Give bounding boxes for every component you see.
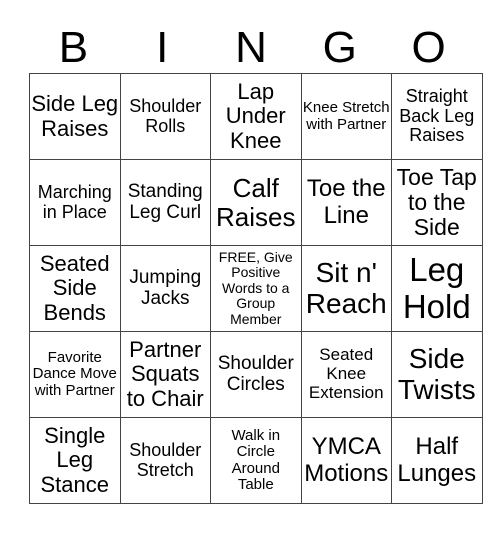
bingo-cell[interactable]: YMCA Motions (300, 417, 392, 504)
bingo-cell[interactable]: Seated Knee Extension (300, 331, 392, 418)
header-letter-b: B (58, 23, 89, 72)
board-row: Marching in Place Standing Leg Curl Calf… (29, 159, 483, 246)
board-row: Single Leg Stance Shoulder Stretch Walk … (29, 417, 483, 504)
bingo-cell[interactable]: Half Lunges (391, 417, 483, 504)
bingo-cell[interactable]: Shoulder Stretch (119, 417, 211, 504)
bingo-cell[interactable]: Favorite Dance Move with Partner (29, 331, 121, 418)
bingo-cell[interactable]: Single Leg Stance (29, 417, 121, 504)
board-row: Side Leg Raises Shoulder Rolls Lap Under… (29, 73, 483, 160)
bingo-cell-free[interactable]: FREE, Give Positive Words to a Group Mem… (210, 245, 302, 332)
bingo-cell[interactable]: Jumping Jacks (119, 245, 211, 332)
bingo-cell[interactable]: Seated Side Bends (29, 245, 121, 332)
bingo-board: Side Leg Raises Shoulder Rolls Lap Under… (29, 73, 483, 504)
header-letter-g: G (322, 23, 357, 72)
bingo-cell[interactable]: Standing Leg Curl (119, 159, 211, 246)
header-letter-o: O (411, 23, 446, 72)
bingo-cell[interactable]: Leg Hold (391, 245, 483, 332)
header-letter-i: I (156, 23, 169, 72)
bingo-cell[interactable]: Shoulder Circles (210, 331, 302, 418)
bingo-cell[interactable]: Straight Back Leg Raises (391, 73, 483, 160)
bingo-cell[interactable]: Side Leg Raises (29, 73, 121, 160)
bingo-cell[interactable]: Shoulder Rolls (119, 73, 211, 160)
bingo-cell[interactable]: Calf Raises (210, 159, 302, 246)
bingo-cell[interactable]: Partner Squats to Chair (119, 331, 211, 418)
bingo-cell[interactable]: Sit n' Reach (300, 245, 392, 332)
board-row: Seated Side Bends Jumping Jacks FREE, Gi… (29, 245, 483, 332)
bingo-cell[interactable]: Marching in Place (29, 159, 121, 246)
bingo-cell[interactable]: Walk in Circle Around Table (210, 417, 302, 504)
bingo-cell[interactable]: Lap Under Knee (210, 73, 302, 160)
bingo-cell[interactable]: Knee Stretch with Partner (300, 73, 392, 160)
bingo-cell[interactable]: Toe the Line (300, 159, 392, 246)
bingo-header: B I N G O (29, 26, 473, 70)
bingo-cell[interactable]: Side Twists (391, 331, 483, 418)
board-row: Favorite Dance Move with Partner Partner… (29, 331, 483, 418)
bingo-cell[interactable]: Toe Tap to the Side (391, 159, 483, 246)
header-letter-n: N (235, 23, 267, 72)
